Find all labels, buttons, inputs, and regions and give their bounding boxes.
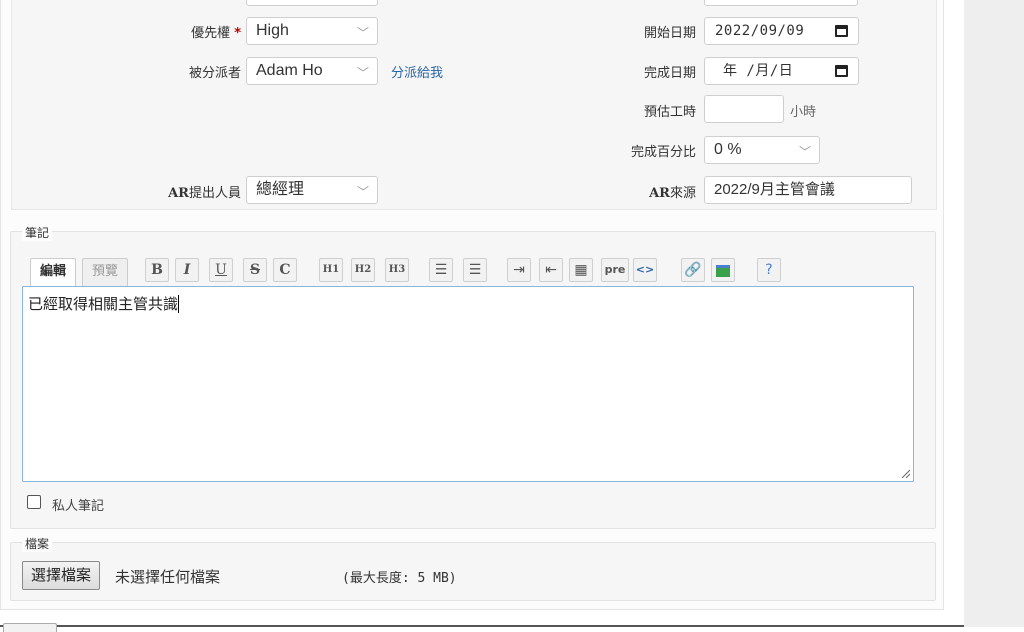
chevron-down-icon: ﹀ (356, 66, 369, 80)
ar-submitter-label: AR提出人員 (168, 186, 241, 201)
hours-unit: 小時 (790, 105, 817, 120)
help-icon[interactable]: ? (757, 258, 781, 282)
priority-label: 優先權 * (191, 26, 241, 41)
strikethrough-button[interactable]: S (243, 258, 267, 282)
start-date-label: 開始日期 (643, 26, 696, 41)
heading2-button[interactable]: H2 (351, 258, 375, 282)
files-legend: 檔案 (22, 535, 53, 552)
top-field-left[interactable] (246, 0, 378, 6)
tab-edit[interactable]: 編輯 (30, 258, 76, 286)
done-ratio-label: 完成百分比 (630, 145, 696, 160)
assign-to-me-link[interactable]: 分派給我 (391, 62, 443, 81)
bold-button[interactable]: B (145, 258, 169, 282)
private-notes-checkbox[interactable] (27, 495, 41, 509)
estimated-time-input[interactable] (704, 95, 784, 123)
ar-source-input[interactable]: 2022/9月主管會議 (704, 176, 912, 204)
pre-button[interactable]: pre (601, 258, 629, 282)
calendar-icon[interactable] (835, 25, 848, 37)
assignee-label: 被分派者 (188, 66, 241, 81)
no-file-chosen-text: 未選擇任何檔案 (115, 568, 221, 586)
priority-select[interactable]: High ﹀ (246, 17, 378, 45)
heading3-button[interactable]: H3 (385, 258, 409, 282)
ar-source-label: AR來源 (649, 186, 696, 201)
italic-button[interactable]: I (175, 258, 199, 282)
underline-button[interactable]: U (209, 258, 233, 282)
outdent-icon[interactable]: ⇤ (539, 258, 563, 282)
right-side-panel (964, 0, 1024, 627)
max-size-text: (最大長度: 5 MB) (342, 571, 457, 586)
notes-editor[interactable]: 已經取得相關主管共識 (22, 286, 914, 482)
chevron-down-icon: ﹀ (356, 26, 369, 40)
start-date-input[interactable]: 2022/09/09 (704, 17, 859, 45)
due-date-input[interactable]: 年 /月/日 (704, 57, 859, 85)
chevron-down-icon: ﹀ (356, 185, 369, 199)
link-icon[interactable]: 🔗 (681, 258, 705, 282)
chevron-down-icon: ﹀ (798, 145, 811, 159)
unordered-list-icon[interactable]: ☰ (429, 258, 453, 282)
submit-button-partial[interactable] (3, 623, 57, 632)
inline-code-button[interactable]: <> (633, 258, 657, 282)
table-icon[interactable]: ▦ (569, 258, 593, 282)
image-icon[interactable] (711, 258, 735, 282)
due-date-label: 完成日期 (643, 66, 696, 81)
done-ratio-select[interactable]: 0 % ﹀ (704, 136, 820, 164)
notes-legend: 筆記 (22, 224, 53, 241)
indent-icon[interactable]: ⇥ (507, 258, 531, 282)
ordered-list-icon[interactable]: ☰ (463, 258, 487, 282)
choose-file-button[interactable]: 選擇檔案 (22, 561, 101, 590)
estimated-time-label: 預估工時 (643, 105, 696, 120)
notes-text: 已經取得相關主管共識 (28, 295, 179, 313)
heading1-button[interactable]: H1 (319, 258, 343, 282)
ar-submitter-select[interactable]: 總經理 ﹀ (246, 176, 378, 204)
code-button[interactable]: C (273, 258, 297, 282)
assignee-select[interactable]: Adam Ho ﹀ (246, 57, 378, 85)
resize-handle-icon[interactable] (900, 468, 910, 478)
tab-preview[interactable]: 預覽 (82, 258, 128, 286)
top-field-right[interactable] (704, 0, 858, 6)
private-notes-label: 私人筆記 (52, 499, 105, 514)
calendar-icon[interactable] (835, 65, 848, 77)
